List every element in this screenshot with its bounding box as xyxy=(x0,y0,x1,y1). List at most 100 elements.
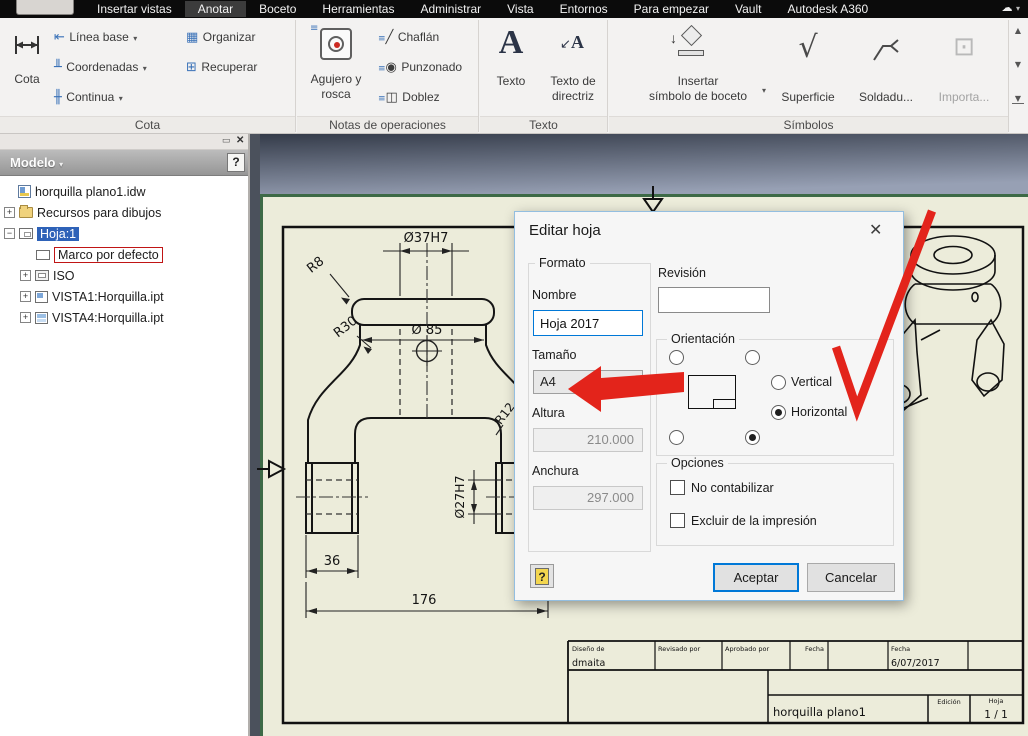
organizar-button[interactable]: ▦ Organizar xyxy=(186,28,255,46)
linea-base-button[interactable]: ⇤ Línea base ▾ xyxy=(54,28,137,46)
superficie-button[interactable]: √ Superficie xyxy=(772,22,844,116)
vertical-radio[interactable] xyxy=(771,375,786,390)
cloud-icon: ☁ xyxy=(1001,1,1013,14)
tab-anotar[interactable]: Anotar xyxy=(184,1,247,17)
panel-toolbar: ▭ ✕ xyxy=(0,134,248,150)
chevron-down-icon[interactable]: ▾ xyxy=(59,160,63,169)
title-block-icon xyxy=(35,270,49,281)
horizontal-radio[interactable] xyxy=(771,405,786,420)
group-label-texto[interactable]: Texto xyxy=(480,116,607,133)
continua-button[interactable]: ╫ Continua ▾ xyxy=(54,88,123,106)
sheet-icon xyxy=(19,228,33,239)
tab-autodesk-a360[interactable]: Autodesk A360 xyxy=(774,1,881,17)
tree-item-label: ISO xyxy=(53,268,75,283)
tree-item-recursos[interactable]: + Recursos para dibujos xyxy=(4,203,161,222)
cota-button[interactable]: Cota xyxy=(4,24,50,114)
superficie-label: Superficie xyxy=(781,90,835,104)
agujero-label-1: Agujero y xyxy=(310,72,362,86)
border-icon xyxy=(36,249,50,260)
opciones-group: Opciones No contabilizar Excluir de la i… xyxy=(656,456,894,546)
chaflan-button[interactable]: ≡╱ Chaflán xyxy=(378,28,439,46)
tree-item-marco[interactable]: Marco por defecto xyxy=(36,245,163,264)
texto-directriz-button[interactable]: ↙A Texto de directriz xyxy=(540,22,606,116)
tree-item-document[interactable]: horquilla plano1.idw xyxy=(18,182,146,201)
chevron-down-icon[interactable]: ▾ xyxy=(143,64,147,73)
excluir-impresion-label: Excluir de la impresión xyxy=(691,514,817,528)
window-box-icon[interactable]: ▭ xyxy=(222,135,231,146)
tree-item-hoja1[interactable]: − Hoja:1 xyxy=(4,224,80,243)
excluir-impresion-checkbox[interactable] xyxy=(670,513,685,528)
application-menu-button[interactable] xyxy=(16,0,74,15)
a360-cloud-icon[interactable]: ☁ ▾ xyxy=(1001,1,1020,14)
idw-document-icon xyxy=(18,185,31,198)
ribbon-minimize[interactable]: ▼ xyxy=(1012,94,1024,104)
formato-group: Formato Nombre Tamaño A4 Altura 210.000 … xyxy=(528,256,651,552)
group-label-simbolos[interactable]: Símbolos xyxy=(609,116,1008,133)
group-label-cota[interactable]: Cota xyxy=(0,116,295,133)
ribbon-tabs: Insertar vistas Anotar Boceto Herramient… xyxy=(84,0,881,18)
collapse-icon[interactable]: − xyxy=(4,228,15,239)
expand-icon[interactable]: + xyxy=(20,270,31,281)
panel-close-icon[interactable]: ✕ xyxy=(236,135,244,146)
dialog-help-button[interactable]: ? xyxy=(530,564,554,588)
text-icon: A xyxy=(498,24,524,61)
tamano-dropdown[interactable]: A4 xyxy=(533,370,643,394)
aceptar-button[interactable]: Aceptar xyxy=(713,563,799,592)
tree-item-iso[interactable]: + ISO xyxy=(20,266,75,285)
recuperar-button[interactable]: ⊞ Recuperar xyxy=(186,58,257,76)
close-icon[interactable]: ✕ xyxy=(869,220,882,239)
import-icon: ⊡ xyxy=(953,32,975,62)
tab-vista[interactable]: Vista xyxy=(494,1,546,17)
tab-insertar-vistas[interactable]: Insertar vistas xyxy=(84,1,185,17)
nombre-input[interactable] xyxy=(533,310,643,336)
orientation-radio-bottom-right[interactable] xyxy=(745,430,760,445)
soldadura-button[interactable]: Soldadu... xyxy=(848,22,924,116)
importar-button[interactable]: ⊡ Importa... xyxy=(926,22,1002,116)
tree-item-vista4[interactable]: + VISTA4:Horquilla.ipt xyxy=(20,308,164,327)
expand-icon[interactable]: + xyxy=(20,312,31,323)
continua-label: Continua xyxy=(66,90,115,104)
anchura-input: 297.000 xyxy=(533,486,643,510)
browser-help-button[interactable]: ? xyxy=(227,153,245,172)
orientation-radio-top-right[interactable] xyxy=(745,350,760,365)
ribbon-scroll-down[interactable]: ▼ xyxy=(1010,60,1026,69)
ribbon-scroll-up[interactable]: ▲ xyxy=(1010,26,1026,35)
orientation-radio-bottom-left[interactable] xyxy=(669,430,684,445)
expand-icon[interactable]: + xyxy=(20,291,31,302)
tab-entornos[interactable]: Entornos xyxy=(547,1,621,17)
texto-button[interactable]: A Texto xyxy=(484,22,538,116)
tab-vault[interactable]: Vault xyxy=(722,1,774,17)
browser-title-bar[interactable]: Modelo ▾ xyxy=(0,150,248,176)
insertar-simbolo-button[interactable]: ↓ Insertar símbolo de boceto ▾ xyxy=(626,22,770,116)
revision-input[interactable] xyxy=(658,287,770,313)
punzonado-label: Punzonado xyxy=(401,60,463,74)
no-contabilizar-checkbox[interactable] xyxy=(670,480,685,495)
chevron-down-icon[interactable]: ▾ xyxy=(762,86,766,95)
revision-label: Revisión xyxy=(658,266,706,280)
opciones-legend: Opciones xyxy=(667,456,728,470)
doblez-button[interactable]: ≡◫ Doblez xyxy=(378,88,440,106)
tree-item-label-highlighted: Marco por defecto xyxy=(54,246,163,263)
orientacion-legend: Orientación xyxy=(667,332,739,346)
punzonado-button[interactable]: ≡◉ Punzonado xyxy=(378,58,462,76)
agujero-rosca-button[interactable]: ≡ Agujero y rosca xyxy=(302,22,370,116)
orientation-radio-top-left[interactable] xyxy=(669,350,684,365)
cancelar-button[interactable]: Cancelar xyxy=(807,563,895,592)
tab-herramientas[interactable]: Herramientas xyxy=(309,1,407,17)
expand-icon[interactable]: + xyxy=(4,207,15,218)
dim-bore-diameter: Ø27H7 xyxy=(452,475,467,518)
tree-item-vista1[interactable]: + VISTA1:Horquilla.ipt xyxy=(20,287,164,306)
tree-item-label: horquilla plano1.idw xyxy=(35,184,146,199)
model-browser-panel: ▭ ✕ Modelo ▾ ? horquilla plano1.idw + Re… xyxy=(0,134,248,736)
tab-administrar[interactable]: Administrar xyxy=(407,1,494,17)
chevron-down-icon[interactable]: ▾ xyxy=(133,34,137,43)
tab-boceto[interactable]: Boceto xyxy=(246,1,309,17)
chevron-down-icon[interactable]: ▾ xyxy=(119,94,123,103)
viewport-background xyxy=(250,134,1028,196)
tab-para-empezar[interactable]: Para empezar xyxy=(621,1,722,17)
tb-hoja-value: 1 / 1 xyxy=(984,709,1008,721)
group-label-notas[interactable]: Notas de operaciones xyxy=(297,116,478,133)
coordenadas-button[interactable]: ╨ Coordenadas ▾ xyxy=(54,58,147,76)
chamfer-note-icon: ╱ xyxy=(385,30,394,45)
ribbon-tab-bar: Insertar vistas Anotar Boceto Herramient… xyxy=(0,0,1028,18)
